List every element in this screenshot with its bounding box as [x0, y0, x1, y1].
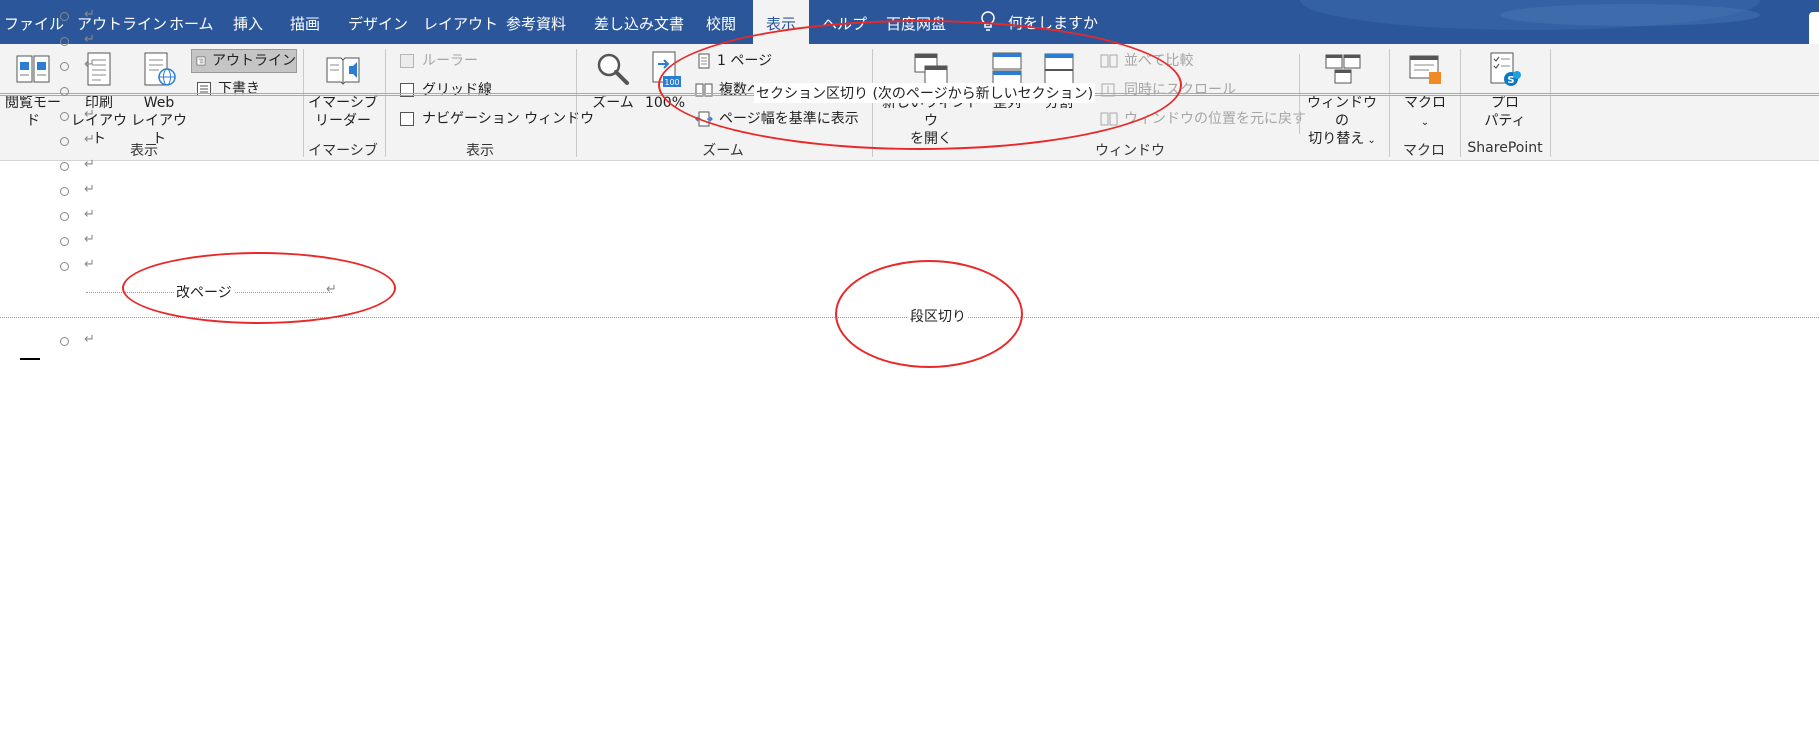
outline-bullet [60, 212, 69, 221]
outline-view-button[interactable]: アウトライン [191, 49, 297, 73]
magnifier-icon [597, 53, 629, 85]
tab-mailings[interactable]: 差し込み文書 [594, 0, 684, 44]
navigation-pane-checkbox-box [400, 112, 414, 126]
outline-bullet [60, 137, 69, 146]
web-layout-button[interactable]: Web レイアウト [130, 50, 188, 148]
navigation-pane-label: ナビゲーション ウィンドウ [422, 111, 595, 127]
paragraph-mark: ↵ [84, 132, 95, 147]
immersive-reader-button[interactable]: イマーシブ リーダー [308, 50, 378, 130]
share-area-edge [1809, 12, 1819, 44]
print-layout-button[interactable]: 印刷 レイアウト [68, 50, 130, 148]
print-layout-label-2: レイアウト [71, 113, 127, 147]
paragraph-mark: ↵ [84, 257, 95, 272]
window-group-label: ウィンドウ [1095, 143, 1165, 159]
tab-layout[interactable]: レイアウト [423, 0, 498, 44]
paragraph-mark: ↵ [84, 182, 95, 197]
annotation-ellipse-section-break [658, 20, 1182, 150]
read-mode-button[interactable]: 閲覧モード [0, 50, 66, 130]
macros-label: マクロ [1404, 95, 1446, 111]
zoom-label: ズーム [592, 95, 634, 111]
draft-view-button[interactable]: 下書き [196, 78, 260, 100]
properties-label-1: プロ [1491, 95, 1519, 111]
outline-bullet [60, 112, 69, 121]
outline-bullet [60, 337, 69, 346]
read-mode-label: 閲覧モード [5, 95, 61, 129]
ruler-checkbox-box [400, 54, 414, 68]
switch-windows-button[interactable]: ウィンドウの 切り替え ⌄ [1302, 50, 1382, 150]
ruler-label: ルーラー [422, 53, 478, 69]
outline-bullet [60, 262, 69, 271]
tab-review[interactable]: 校閲 [706, 0, 736, 44]
gridlines-checkbox[interactable]: グリッド線 [400, 79, 492, 101]
outline-bullet [60, 62, 69, 71]
draft-view-label: 下書き [218, 81, 260, 97]
chevron-down-icon: ⌄ [1420, 117, 1430, 128]
text-cursor [20, 358, 40, 360]
zoom-group-label: ズーム [702, 143, 744, 159]
outline-bullet [60, 162, 69, 171]
switch-windows-label-1: ウィンドウの [1307, 95, 1377, 129]
views-group-label: 表示 [130, 143, 158, 159]
paragraph-mark: ↵ [84, 57, 95, 72]
immersive-group-label: イマーシブ [308, 143, 378, 159]
group-separator [303, 49, 304, 157]
outline-bullet [60, 87, 69, 96]
outline-bullet [60, 237, 69, 246]
paragraph-mark: ↵ [84, 157, 95, 172]
properties-label-2: パティ [1484, 113, 1526, 129]
outline-bullet [60, 37, 69, 46]
outline-bullet [60, 12, 69, 21]
tab-design[interactable]: デザイン [348, 0, 408, 44]
paragraph-mark: ↵ [84, 32, 95, 47]
ruler-checkbox[interactable]: ルーラー [400, 50, 478, 72]
outline-icon [196, 56, 206, 66]
properties-button[interactable]: S プロ パティ [1470, 50, 1540, 130]
outline-view-label: アウトライン [212, 53, 296, 69]
tab-home[interactable]: ホーム [169, 0, 214, 44]
paragraph-mark: ↵ [84, 207, 95, 222]
sharepoint-group-label: SharePoint [1467, 140, 1543, 156]
web-layout-label-1: Web [143, 95, 175, 111]
group-separator [576, 49, 577, 157]
macros-button[interactable]: マクロ ⌄ [1397, 50, 1453, 132]
group-separator [385, 49, 386, 157]
group-separator [1460, 49, 1461, 157]
navigation-pane-checkbox[interactable]: ナビゲーション ウィンドウ [400, 108, 594, 130]
svg-text:S: S [1507, 75, 1514, 86]
immersive-reader-label-1: イマーシブ [308, 95, 378, 111]
read-mode-icon [16, 55, 50, 83]
macros-group-label: マクロ [1403, 143, 1445, 159]
paragraph-mark: ↵ [84, 107, 95, 122]
properties-icon: S [1490, 52, 1521, 86]
macro-icon [1409, 55, 1441, 84]
zoom-button[interactable]: ズーム [588, 50, 638, 112]
title-bar-decoration [1500, 4, 1760, 26]
paragraph-mark: ↵ [84, 7, 95, 22]
paragraph-mark: ↵ [84, 232, 95, 247]
annotation-ellipse-column-break [835, 260, 1023, 368]
chevron-down-icon: ⌄ [1364, 135, 1376, 146]
group-separator [1389, 49, 1390, 157]
show-group-label: 表示 [466, 143, 494, 159]
outline-bullet [60, 187, 69, 196]
tab-file[interactable]: ファイル [4, 0, 64, 44]
tab-draw[interactable]: 描画 [290, 0, 320, 44]
group-separator [1550, 49, 1551, 157]
immersive-reader-icon [326, 57, 360, 85]
immersive-reader-label-2: リーダー [315, 113, 371, 129]
web-layout-icon [144, 52, 176, 86]
paragraph-mark: ↵ [84, 332, 95, 347]
switch-windows-icon [1325, 54, 1361, 84]
tab-references[interactable]: 参考資料 [506, 0, 566, 44]
tab-insert[interactable]: 挿入 [233, 0, 263, 44]
switch-windows-label-2: 切り替え [1308, 131, 1365, 147]
annotation-ellipse-page-break [122, 252, 396, 324]
gridlines-label: グリッド線 [422, 82, 492, 98]
